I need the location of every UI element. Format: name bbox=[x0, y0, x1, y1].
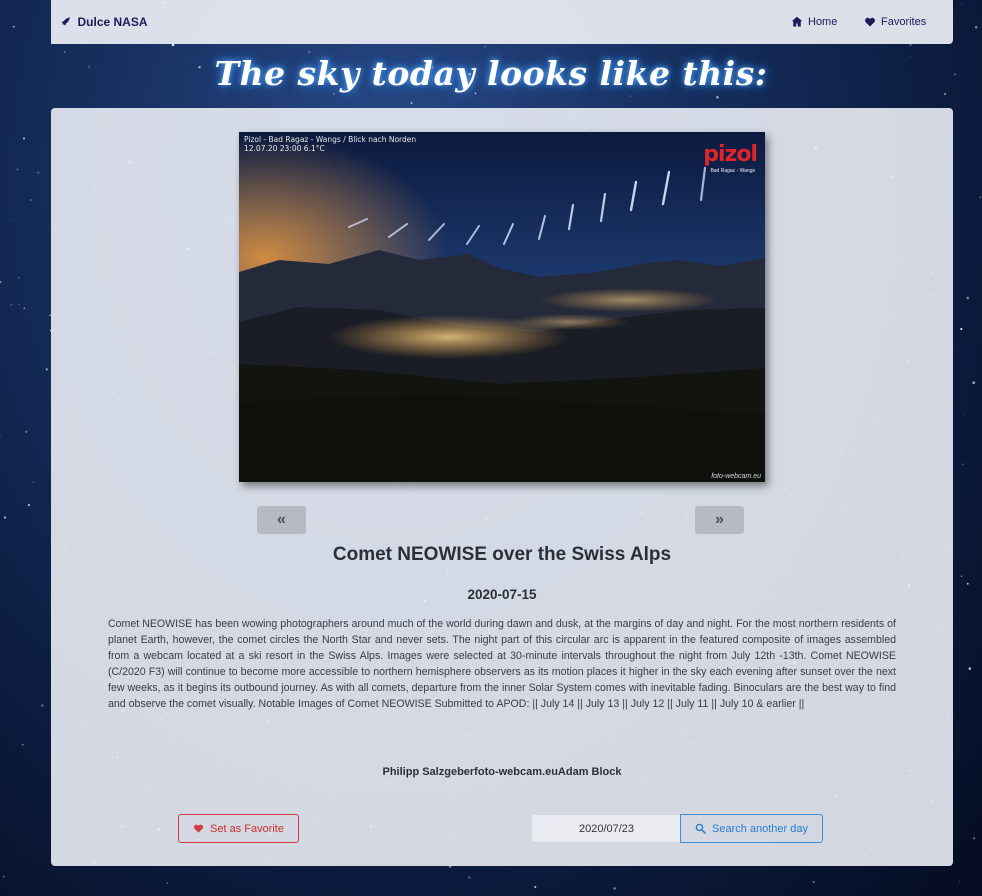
apod-explanation: Comet NEOWISE has been wowing photograph… bbox=[108, 618, 896, 710]
brand-link[interactable]: Dulce NASA bbox=[51, 0, 157, 44]
search-day-button[interactable]: Search another day bbox=[680, 814, 823, 843]
apod-image: Pizol - Bad Ragaz - Wangs / Blick nach N… bbox=[239, 132, 765, 482]
image-credit: foto-webcam.eu bbox=[711, 473, 761, 480]
rocket-icon bbox=[61, 16, 71, 26]
image-caption-line2: 12.07.20 23:00 6.1°C bbox=[244, 144, 325, 153]
search-icon bbox=[695, 823, 706, 834]
nav-favorites-label: Favorites bbox=[881, 16, 927, 28]
set-favorite-label: Set as Favorite bbox=[210, 822, 284, 835]
apod-copyright: Philipp Salzgeberfoto-webcam.euAdam Bloc… bbox=[382, 766, 622, 778]
nav-favorites-link[interactable]: Favorites bbox=[864, 0, 926, 44]
pizol-logo-subtitle: Bad Ragaz - Wangs bbox=[710, 168, 755, 174]
nav-home-label: Home bbox=[808, 16, 838, 28]
nav-home-link[interactable]: Home bbox=[791, 0, 837, 44]
image-caption-line1: Pizol - Bad Ragaz - Wangs / Blick nach N… bbox=[244, 135, 417, 144]
search-day-label: Search another day bbox=[711, 822, 808, 835]
home-icon bbox=[791, 16, 803, 27]
heart-icon bbox=[193, 824, 204, 833]
previous-day-button[interactable]: « bbox=[257, 506, 306, 534]
heart-icon bbox=[865, 17, 875, 27]
image-caption: Pizol - Bad Ragaz - Wangs / Blick nach N… bbox=[244, 135, 416, 153]
set-favorite-button[interactable]: Set as Favorite bbox=[178, 814, 299, 843]
apod-title: Comet NEOWISE over the Swiss Alps bbox=[332, 544, 672, 565]
pizol-logo: pizol bbox=[703, 142, 758, 167]
apod-card: Pizol - Bad Ragaz - Wangs / Blick nach N… bbox=[51, 108, 953, 866]
next-day-button[interactable]: » bbox=[695, 506, 744, 534]
brand-label: Dulce NASA bbox=[77, 15, 148, 29]
page-heading: The sky today looks like this: bbox=[214, 54, 768, 93]
top-navbar: Dulce NASA Home Favorites bbox=[51, 0, 953, 44]
date-search-input[interactable] bbox=[531, 814, 681, 843]
apod-date: 2020-07-15 bbox=[467, 587, 537, 602]
